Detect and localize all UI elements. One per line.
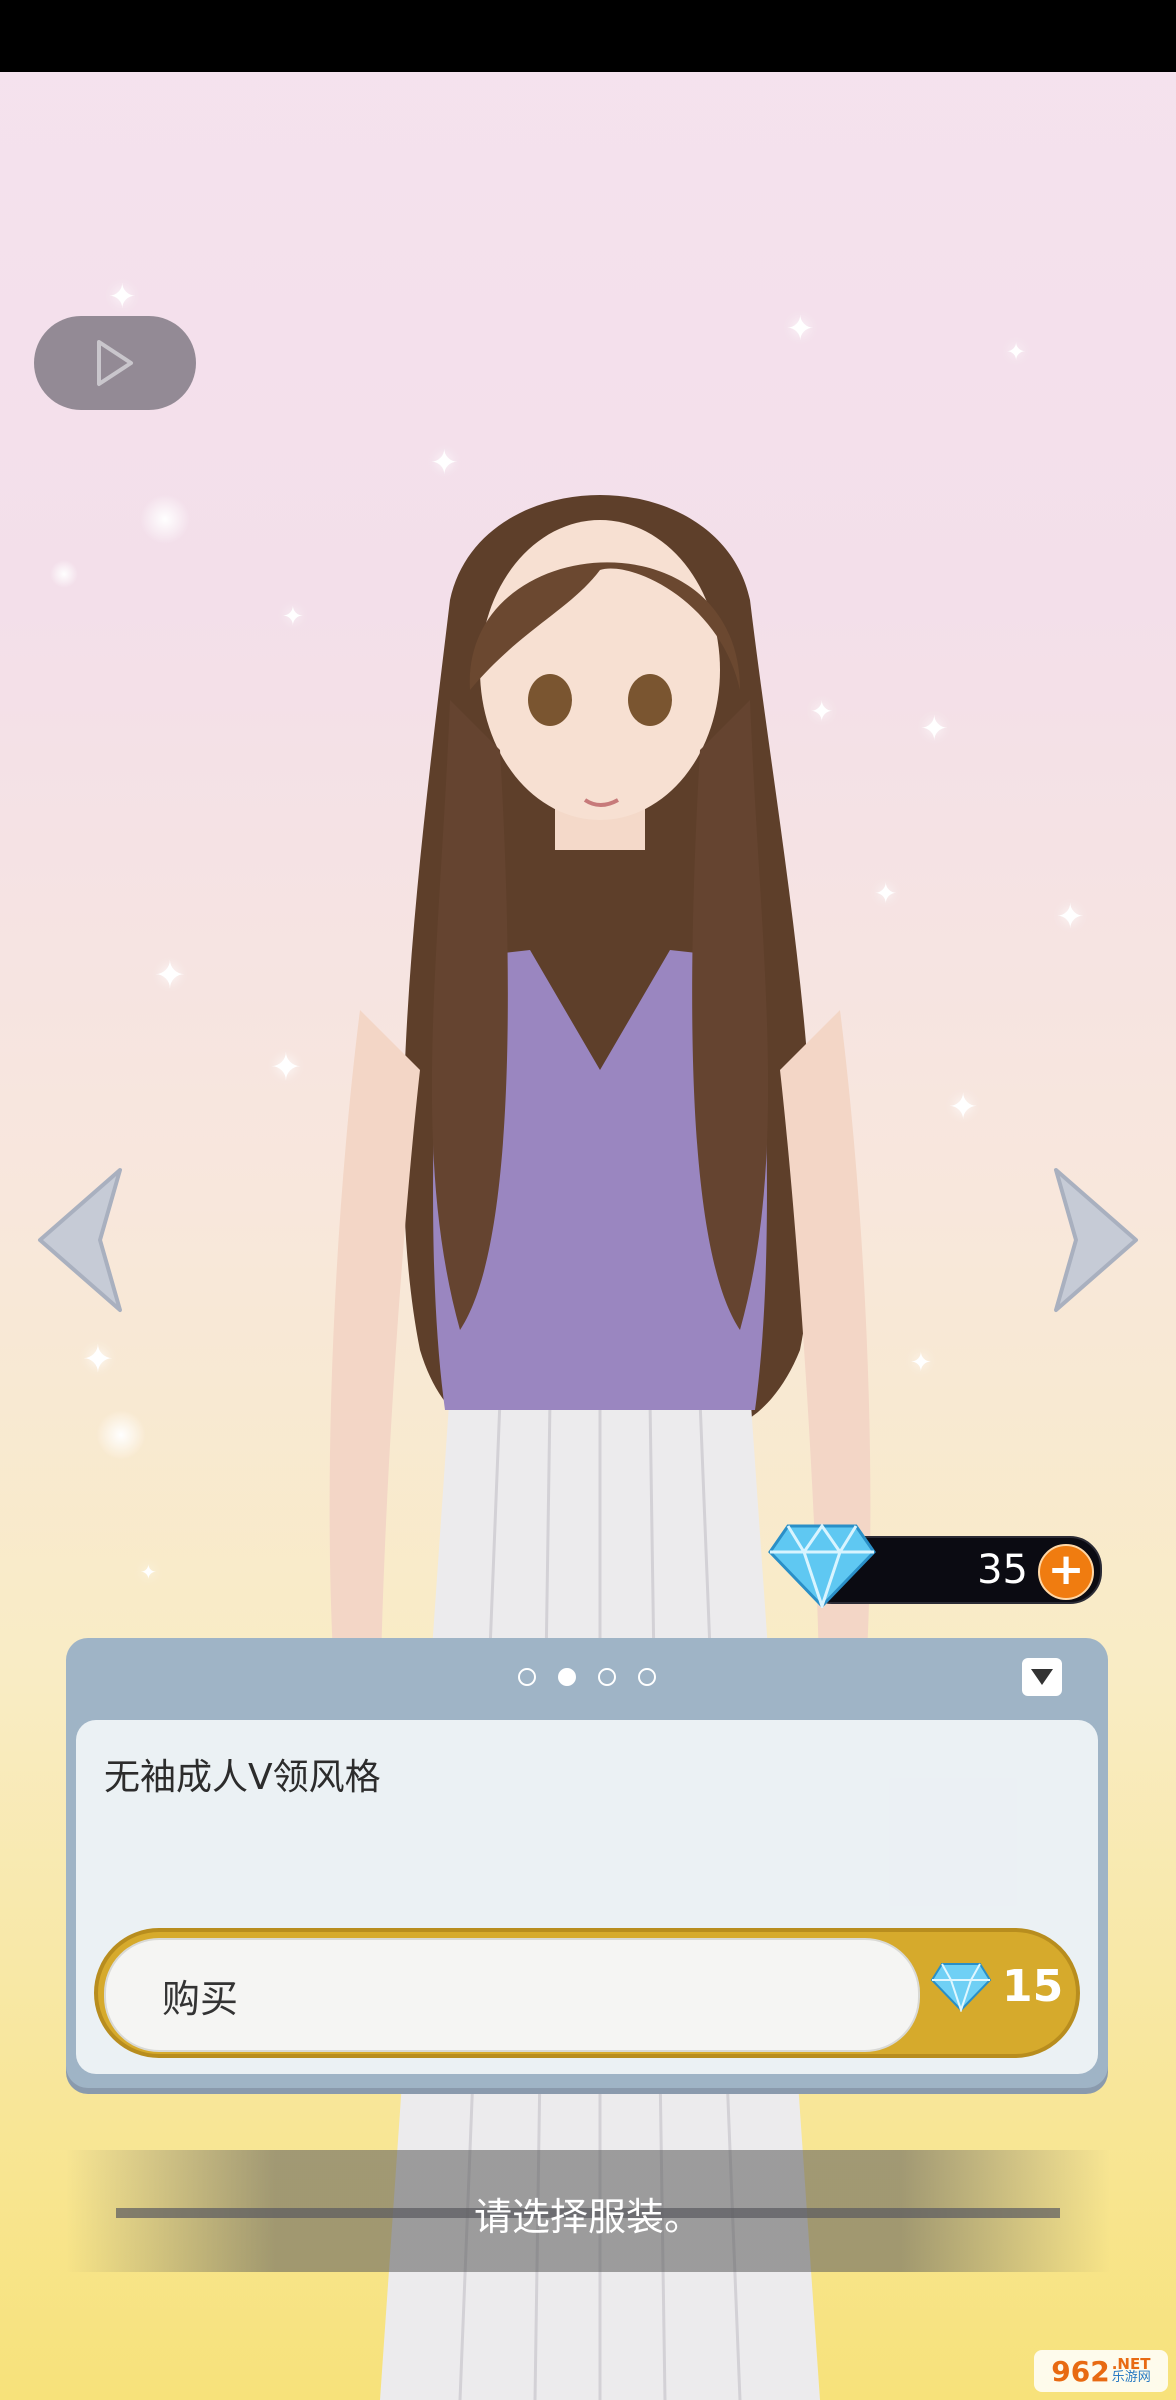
- sparkle-decoration: ✦: [140, 1560, 157, 1584]
- plus-icon: +: [1047, 1544, 1085, 1595]
- sparkle-decoration: ✦: [948, 1087, 979, 1128]
- price-value: 15: [1002, 1960, 1064, 2012]
- price-area: 15: [930, 1960, 1063, 2012]
- diamond-icon: [930, 1963, 992, 2012]
- sparkle-decoration: ✦: [1006, 338, 1027, 366]
- sparkle-decoration: ✦: [910, 1348, 932, 1378]
- page-dot[interactable]: [518, 1668, 536, 1686]
- add-diamonds-button[interactable]: +: [1038, 1544, 1094, 1600]
- prompt-bar: 请选择服装。: [66, 2150, 1110, 2272]
- sparkle-decoration: ✦: [108, 277, 137, 317]
- watermark-sub: 乐游网: [1111, 2370, 1151, 2385]
- buy-label: 购买: [162, 1977, 239, 2021]
- sparkle-decoration: ✦: [1056, 897, 1085, 937]
- buy-button[interactable]: 购买 15: [94, 1928, 1080, 2058]
- sparkle-decoration: ✦: [920, 709, 949, 749]
- diamond-icon: [768, 1523, 876, 1608]
- sparkle-decoration: ✦: [154, 953, 186, 997]
- page-dot[interactable]: [638, 1668, 656, 1686]
- glow-decoration: [50, 560, 78, 588]
- character-illustration: [329, 495, 871, 2400]
- collapse-triangle-icon: [1031, 1669, 1053, 1685]
- play-button[interactable]: [34, 316, 196, 410]
- collapse-panel-button[interactable]: [1022, 1658, 1062, 1696]
- page-dot[interactable]: [558, 1668, 576, 1686]
- diamond-count: 35: [977, 1547, 1028, 1593]
- status-bar: [0, 0, 1176, 72]
- page-indicator: [66, 1668, 1108, 1686]
- outfit-name: 无袖成人V领风格: [104, 1757, 381, 1798]
- sparkle-decoration: ✦: [82, 1337, 114, 1381]
- arrow-right-icon[interactable]: [1046, 1160, 1146, 1320]
- buy-label-area: 购买: [104, 1938, 920, 2052]
- page-dot[interactable]: [598, 1668, 616, 1686]
- glow-decoration: [140, 494, 190, 544]
- sparkle-decoration: ✦: [786, 309, 815, 349]
- play-icon: [97, 340, 133, 386]
- watermark-logo: 962 .NET 乐游网: [1034, 2350, 1168, 2392]
- glow-decoration: [96, 1410, 146, 1460]
- sparkle-decoration: ✦: [270, 1045, 302, 1089]
- watermark-suffix: .NET: [1111, 2355, 1151, 2373]
- prompt-text: 请选择服装。: [473, 2195, 702, 2239]
- watermark-brand: 962: [1051, 2354, 1110, 2388]
- arrow-left-icon[interactable]: [30, 1160, 130, 1320]
